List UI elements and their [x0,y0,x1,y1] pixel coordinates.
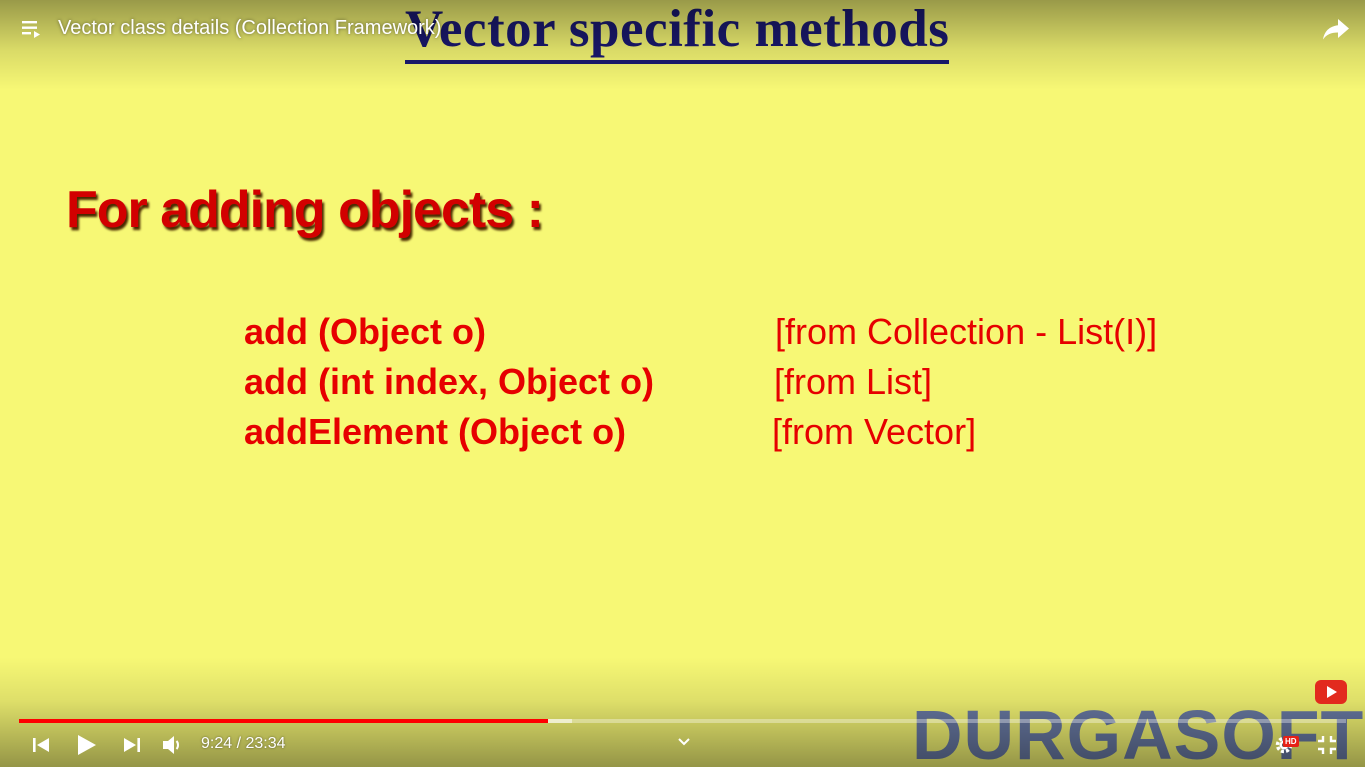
progress-played [19,719,549,723]
exit-fullscreen-icon[interactable] [1317,735,1337,755]
method-name: add (Object o) [244,311,486,352]
share-icon[interactable] [1322,16,1350,42]
time-display: 9:24 / 23:34 [201,735,286,752]
method-source: [from List] [774,361,933,402]
hd-badge: HD [1283,736,1299,747]
video-player[interactable]: Vector specific methods For adding objec… [0,0,1365,767]
volume-icon[interactable] [162,734,184,756]
subscribe-button[interactable] [1315,680,1347,704]
method-name: addElement (Object o) [244,411,627,452]
method-source: [from Collection - List(I)] [775,311,1158,352]
watermark: DURGASOFT [912,696,1365,767]
play-icon[interactable] [77,734,97,756]
slide-title: Vector specific methods [405,0,950,64]
next-icon[interactable] [123,737,141,753]
subscribe-icon [1327,686,1337,698]
progress-bar[interactable] [19,719,1346,723]
chevron-down-icon[interactable] [677,737,691,747]
method-row: add (int index, Object o) [from List] [0,358,1365,408]
previous-icon[interactable] [32,737,50,753]
playlist-icon[interactable] [22,19,44,39]
method-row: addElement (Object o) [from Vector] [0,408,1365,458]
method-name: add (int index, Object o) [244,361,655,402]
section-heading: For adding objects : [66,181,544,239]
method-row: add (Object o) [from Collection - List(I… [0,308,1365,358]
method-source: [from Vector] [772,411,977,452]
video-title[interactable]: Vector class details (Collection Framewo… [58,17,441,40]
